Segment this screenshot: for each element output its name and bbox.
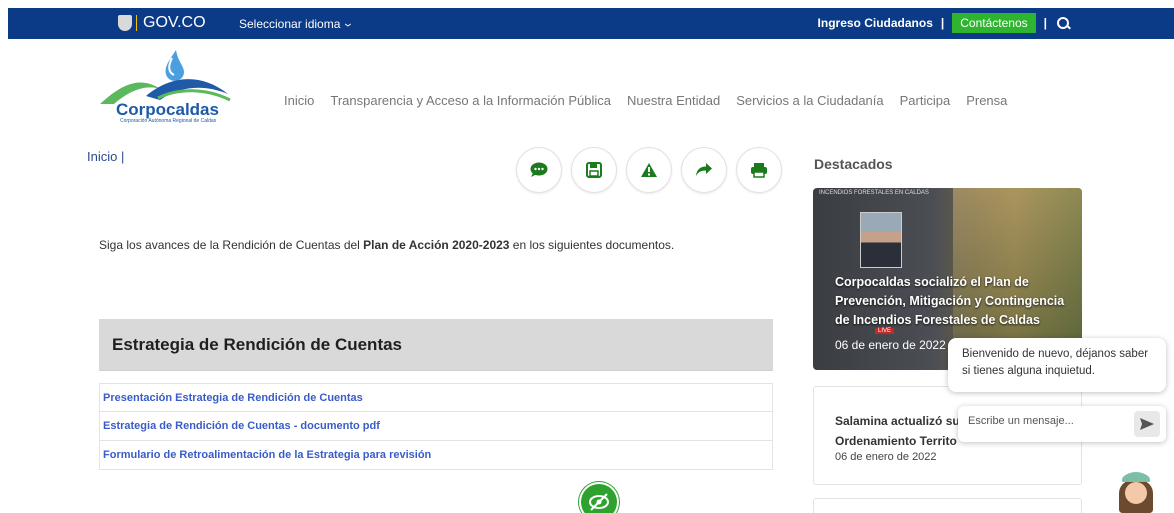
logo-name: Corpocaldas bbox=[116, 100, 219, 119]
logo-subtitle: Corporación Autónoma Regional de Caldas bbox=[120, 118, 217, 124]
section-title: Estrategia de Rendición de Cuentas bbox=[112, 335, 403, 354]
gov-co-link[interactable]: GOV.CO bbox=[118, 14, 206, 32]
document-link[interactable]: Presentación Estrategia de Rendición de … bbox=[99, 383, 773, 412]
intro-text-end: en los siguientes documentos. bbox=[509, 238, 675, 252]
save-icon bbox=[586, 162, 602, 178]
featured-tag: INCENDIOS FORESTALES EN CALDAS bbox=[819, 190, 929, 196]
chat-send-button[interactable] bbox=[1134, 411, 1160, 437]
avatar-hat bbox=[1122, 472, 1150, 482]
send-icon bbox=[1140, 418, 1154, 430]
nav-item-participa[interactable]: Participa bbox=[900, 93, 951, 108]
report-button[interactable] bbox=[626, 147, 672, 193]
contact-button[interactable]: Contáctenos bbox=[952, 13, 1036, 33]
featured-headline[interactable]: Corpocaldas socializó el Plan de Prevenc… bbox=[835, 273, 1075, 330]
document-list: Presentación Estrategia de Rendición de … bbox=[99, 383, 773, 470]
print-button[interactable] bbox=[736, 147, 782, 193]
live-badge: LIVE bbox=[875, 328, 895, 334]
warning-icon bbox=[641, 163, 657, 177]
featured-date: 06 de enero de 2022 bbox=[835, 338, 946, 352]
share-icon bbox=[696, 163, 712, 176]
colombia-shield-icon bbox=[118, 15, 132, 31]
document-link[interactable]: Estrategia de Rendición de Cuentas - doc… bbox=[99, 412, 773, 441]
gov-label: GOV.CO bbox=[143, 14, 206, 31]
corpocaldas-logo[interactable]: Corpocaldas Corporación Autónoma Regiona… bbox=[88, 48, 238, 130]
avatar-face bbox=[1125, 482, 1147, 504]
featured-title: Destacados bbox=[814, 156, 893, 172]
chat-welcome-message: Bienvenido de nuevo, déjanos saber si ti… bbox=[948, 338, 1166, 392]
plan-name: Plan de Acción 2020-2023 bbox=[363, 238, 510, 252]
eye-slash-icon bbox=[589, 493, 609, 511]
nav-item-servicios[interactable]: Servicios a la Ciudadanía bbox=[736, 93, 883, 108]
nav-item-inicio[interactable]: Inicio bbox=[284, 93, 314, 108]
chevron-down-icon: › bbox=[340, 23, 357, 27]
intro-text-start: Siga los avances de la Rendición de Cuen… bbox=[99, 238, 364, 252]
save-button[interactable] bbox=[571, 147, 617, 193]
gov-separator bbox=[136, 15, 137, 31]
news-card[interactable] bbox=[813, 498, 1082, 513]
breadcrumb[interactable]: Inicio | bbox=[87, 149, 124, 164]
print-icon bbox=[751, 163, 767, 178]
share-button[interactable] bbox=[681, 147, 727, 193]
comment-button[interactable] bbox=[516, 147, 562, 193]
page-actions bbox=[516, 147, 782, 193]
news-card-title[interactable]: Salamina actualizó su Ordenamiento Terri… bbox=[835, 411, 965, 451]
accessibility-button[interactable] bbox=[579, 482, 619, 513]
logo-graphic-icon bbox=[100, 50, 231, 104]
ingreso-ciudadanos-link[interactable]: Ingreso Ciudadanos bbox=[818, 16, 933, 30]
section-header: Estrategia de Rendición de Cuentas bbox=[99, 319, 773, 371]
nav-item-prensa[interactable]: Prensa bbox=[966, 93, 1007, 108]
comment-icon bbox=[530, 162, 548, 177]
nav-item-nuestra-entidad[interactable]: Nuestra Entidad bbox=[627, 93, 720, 108]
document-link[interactable]: Formulario de Retroalimentación de la Es… bbox=[99, 441, 773, 470]
language-selector[interactable]: Seleccionar idioma› bbox=[239, 17, 356, 31]
chat-message-input[interactable] bbox=[968, 415, 1118, 427]
divider: | bbox=[940, 16, 945, 30]
news-card-date: 06 de enero de 2022 bbox=[835, 451, 937, 463]
main-nav: Inicio Transparencia y Acceso a la Infor… bbox=[284, 93, 1007, 108]
language-label: Seleccionar idioma bbox=[239, 17, 341, 31]
nav-item-transparencia[interactable]: Transparencia y Acceso a la Información … bbox=[330, 93, 611, 108]
chat-input-box bbox=[958, 406, 1166, 442]
intro-text: Siga los avances de la Rendición de Cuen… bbox=[99, 238, 674, 252]
top-right-links: Ingreso Ciudadanos | Contáctenos | bbox=[818, 13, 1070, 33]
divider: | bbox=[1043, 16, 1047, 30]
search-icon[interactable] bbox=[1057, 16, 1070, 30]
chat-assistant-avatar[interactable] bbox=[1116, 472, 1156, 513]
gov-top-bar: GOV.CO Seleccionar idioma› Ingreso Ciuda… bbox=[8, 8, 1174, 39]
speaker-photo bbox=[860, 212, 902, 268]
